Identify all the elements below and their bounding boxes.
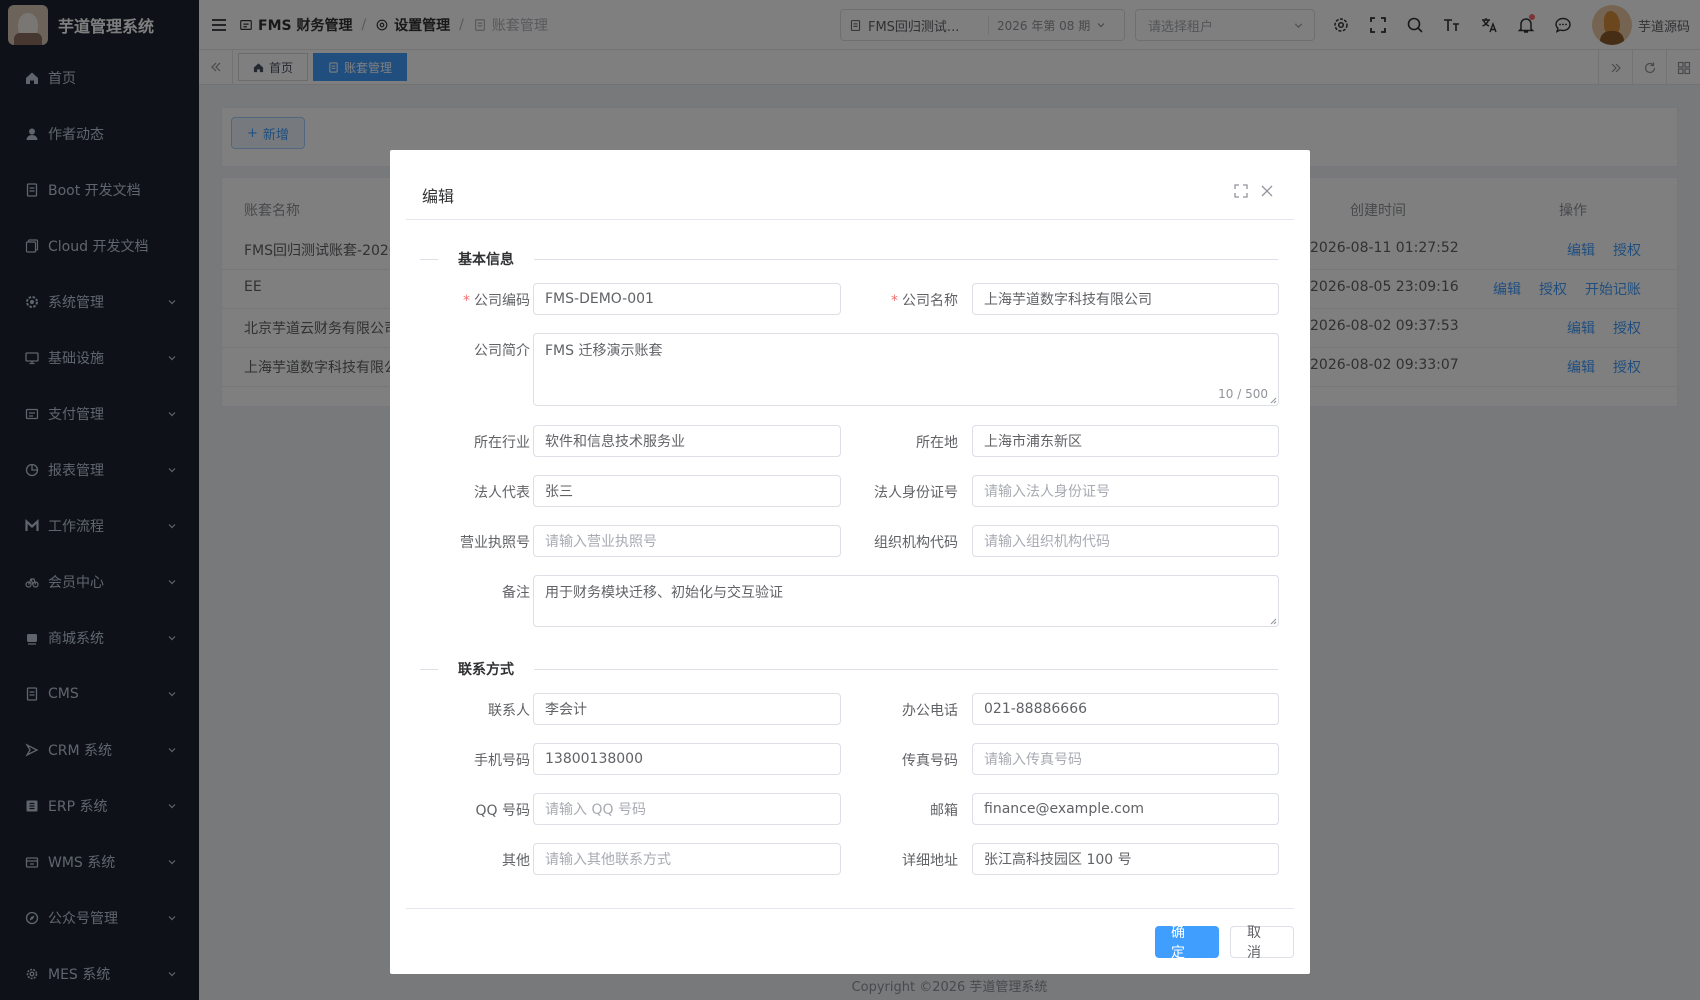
legal-id-input[interactable]: 请输入法人身份证号 — [972, 475, 1279, 507]
location-input[interactable]: 上海市浦东新区 — [972, 425, 1279, 457]
mobile-input[interactable]: 13800138000 — [533, 743, 841, 775]
remark-textarea[interactable]: 用于财务模块迁移、初始化与交互验证 — [533, 575, 1279, 627]
company-code-input[interactable]: FMS-DEMO-001 — [533, 283, 841, 315]
other-label: 其他 — [502, 853, 530, 869]
fax-label: 传真号码 — [902, 753, 958, 769]
email-label: 邮箱 — [930, 803, 958, 819]
industry-input[interactable]: 软件和信息技术服务业 — [533, 425, 841, 457]
company-code-label: * 公司编码 — [463, 293, 530, 309]
location-label: 所在地 — [916, 435, 958, 451]
dialog-title: 编辑 — [422, 187, 455, 206]
contact-label: 联系人 — [488, 703, 530, 719]
resize-grip-icon[interactable] — [1269, 617, 1277, 625]
confirm-button[interactable]: 确 定 — [1155, 925, 1219, 961]
company-name-label: * 公司名称 — [891, 293, 958, 309]
mobile-label: 手机号码 — [474, 753, 530, 769]
industry-label: 所在行业 — [474, 435, 530, 451]
close-icon[interactable] — [1260, 184, 1274, 198]
dialog-header-divider — [406, 219, 1294, 220]
other-input[interactable]: 请输入其他联系方式 — [533, 843, 841, 875]
address-label: 详细地址 — [902, 853, 958, 869]
section-title-contact: 联系方式 — [438, 659, 534, 679]
dialog-footer-divider — [406, 908, 1294, 909]
legal-rep-input[interactable]: 张三 — [533, 475, 841, 507]
edit-dialog: 编辑 基本信息 * 公司编码 FMS-DEMO-001 * 公司名称 上海芋道数字科… — [390, 150, 1310, 974]
legal-rep-label: 法人代表 — [474, 485, 530, 501]
maximize-icon[interactable] — [1234, 184, 1248, 198]
qq-label: QQ 号码 — [475, 803, 531, 819]
company-intro-label: 公司简介 — [474, 343, 530, 359]
legal-id-label: 法人身份证号 — [874, 485, 958, 501]
license-no-input[interactable]: 请输入营业执照号 — [533, 525, 841, 557]
office-phone-input[interactable]: 021-88886666 — [972, 693, 1279, 725]
cancel-button[interactable]: 取 消 — [1230, 925, 1294, 961]
org-code-input[interactable]: 请输入组织机构代码 — [972, 525, 1279, 557]
email-input[interactable]: finance@example.com — [972, 793, 1279, 825]
company-name-input[interactable]: 上海芋道数字科技有限公司 — [972, 283, 1279, 315]
char-count: 10 / 500 — [1218, 387, 1268, 401]
remark-label: 备注 — [502, 585, 530, 601]
qq-input[interactable]: 请输入 QQ 号码 — [533, 793, 841, 825]
section-divider-basic: 基本信息 — [420, 249, 1278, 269]
fax-input[interactable]: 请输入传真号码 — [972, 743, 1279, 775]
section-title-basic: 基本信息 — [438, 249, 534, 269]
org-code-label: 组织机构代码 — [874, 535, 958, 551]
contact-input[interactable]: 李会计 — [533, 693, 841, 725]
section-divider-contact: 联系方式 — [420, 659, 1278, 679]
resize-grip-icon[interactable] — [1269, 396, 1277, 404]
license-no-label: 营业执照号 — [460, 535, 530, 551]
company-intro-textarea[interactable]: FMS 迁移演示账套 10 / 500 — [533, 333, 1279, 406]
address-input[interactable]: 张江高科技园区 100 号 — [972, 843, 1279, 875]
office-phone-label: 办公电话 — [902, 703, 958, 719]
